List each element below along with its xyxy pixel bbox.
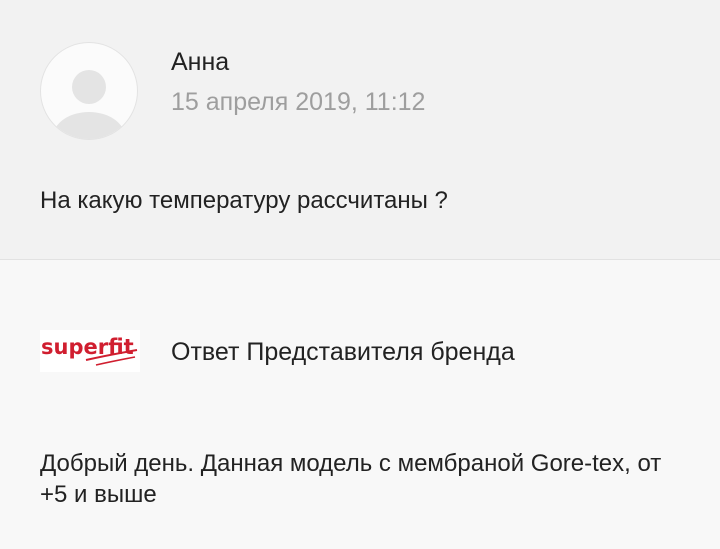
avatar [40,42,138,140]
author-name: Анна [171,48,230,76]
question-card: Анна 15 апреля 2019, 11:12 На какую темп… [0,0,720,260]
question-date: 15 апреля 2019, 11:12 [171,88,426,116]
user-avatar-icon [53,70,125,139]
brand-logo-text: superfit [41,335,134,359]
brand-logo: superfit [40,330,140,372]
question-text: На какую температуру рассчитаны ? [40,187,448,214]
answer-text: Добрый день. Данная модель с мембраной G… [40,450,662,508]
answer-brand-label: Ответ Представителя бренда [171,338,515,366]
